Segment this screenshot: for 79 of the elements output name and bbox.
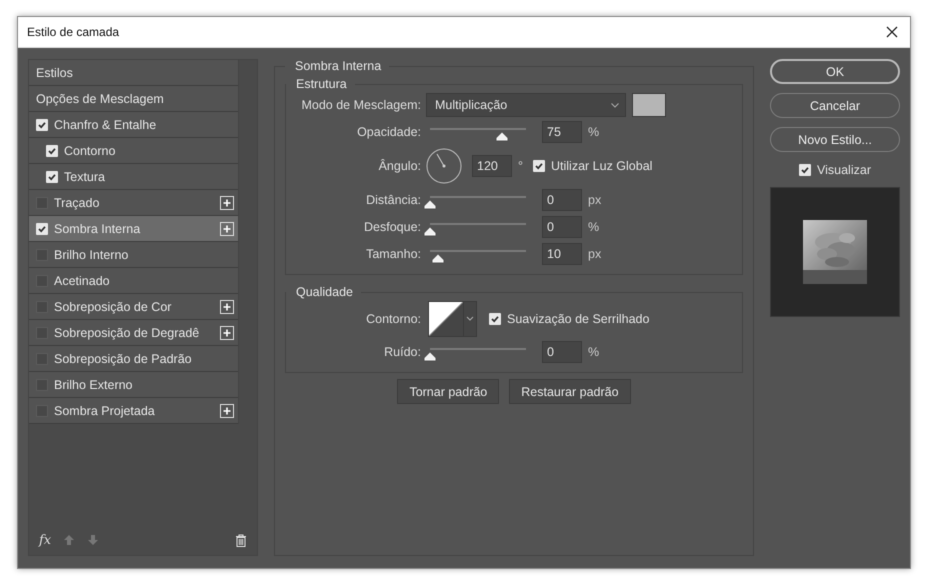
unit-label: % <box>588 125 600 139</box>
style-label: Sobreposição de Degradê <box>54 326 200 340</box>
checkbox-label: Suavização de Serrilhado <box>507 312 650 326</box>
field-label: Ângulo: <box>378 159 421 173</box>
slider-thumb[interactable] <box>424 352 436 361</box>
value-field[interactable]: 75 <box>542 121 582 143</box>
style-item[interactable]: Sombra Projetada <box>29 398 238 424</box>
value-field[interactable]: 10 <box>542 243 582 265</box>
style-item[interactable]: Contorno <box>29 138 238 164</box>
section-title: Estrutura <box>295 77 348 91</box>
checkbox-label: Visualizar <box>817 163 871 177</box>
unit-label: % <box>588 345 600 359</box>
angle-dial[interactable] <box>426 148 462 184</box>
blend-mode-dropdown[interactable]: Multiplicação <box>426 93 626 117</box>
chevron-down-icon <box>611 102 619 108</box>
contour-picker[interactable] <box>428 301 477 337</box>
value-field[interactable]: 0 <box>542 216 582 238</box>
style-item[interactable]: Sobreposição de Padrão <box>29 346 238 372</box>
unit-label: % <box>588 220 600 234</box>
style-item[interactable]: Textura <box>29 164 238 190</box>
trash-icon[interactable] <box>235 534 247 546</box>
contour-curve-icon <box>429 302 463 336</box>
style-label: Sobreposição de Cor <box>54 300 172 314</box>
style-label: Brilho Interno <box>54 248 130 262</box>
add-icon[interactable] <box>220 404 234 418</box>
field-label: Opacidade: <box>356 125 421 139</box>
style-item[interactable]: Sobreposição de Degradê <box>29 320 238 346</box>
window-title: Estilo de camada <box>27 25 120 39</box>
style-item[interactable]: Sobreposição de Cor <box>29 294 238 320</box>
style-item[interactable]: Brilho Externo <box>29 372 238 398</box>
slider-thumb[interactable] <box>496 132 508 141</box>
style-label: Contorno <box>64 144 116 158</box>
section-title: Sombra Interna <box>294 59 382 73</box>
color-swatch[interactable] <box>632 93 666 117</box>
add-icon[interactable] <box>220 196 234 210</box>
field-label: Distância: <box>365 193 421 207</box>
unit-label: ° <box>518 159 523 173</box>
unit-label: px <box>588 247 602 261</box>
dialog-button[interactable]: OK <box>770 59 900 84</box>
field-label: Contorno: <box>365 312 421 326</box>
fx-button[interactable]: fx <box>39 532 52 548</box>
style-label: Brilho Externo <box>54 378 134 392</box>
value-field[interactable]: 0 <box>542 189 582 211</box>
style-label: Sombra Interna <box>54 222 142 236</box>
checkbox-label: Utilizar Luz Global <box>551 159 652 173</box>
field-label: Tamanho: <box>365 247 421 261</box>
section-title: Qualidade <box>295 285 354 299</box>
value-field[interactable]: 0 <box>542 341 582 363</box>
default-button[interactable]: Restaurar padrão <box>509 379 631 404</box>
style-item[interactable]: Estilos <box>29 60 238 86</box>
style-item[interactable]: Sombra Interna <box>29 216 238 242</box>
dialog-button[interactable]: Novo Estilo... <box>770 127 900 152</box>
style-label: Chanfro & Entalhe <box>54 118 158 132</box>
field-label: Modo de Mesclagem: <box>300 98 421 112</box>
style-label: Sobreposição de Padrão <box>54 352 193 366</box>
dialog-button[interactable]: Cancelar <box>770 93 900 118</box>
field-label: Desfoque: <box>363 220 421 234</box>
add-icon[interactable] <box>220 222 234 236</box>
slider-thumb[interactable] <box>424 200 436 209</box>
close-icon[interactable] <box>886 26 898 38</box>
style-label: Estilos <box>36 66 74 80</box>
unit-label: px <box>588 193 602 207</box>
default-button[interactable]: Tornar padrão <box>397 379 500 404</box>
style-label: Sombra Projetada <box>54 404 156 418</box>
add-icon[interactable] <box>220 326 234 340</box>
add-icon[interactable] <box>220 300 234 314</box>
style-item[interactable]: Chanfro & Entalhe <box>29 112 238 138</box>
value-field[interactable]: 120 <box>472 155 512 177</box>
style-label: Opções de Mesclagem <box>36 92 165 106</box>
style-label: Acetinado <box>54 274 111 288</box>
style-item[interactable]: Traçado <box>29 190 238 216</box>
style-item[interactable]: Acetinado <box>29 268 238 294</box>
style-label: Textura <box>64 170 106 184</box>
slider-thumb[interactable] <box>432 254 444 263</box>
style-item[interactable]: Opções de Mesclagem <box>29 86 238 112</box>
style-label: Traçado <box>54 196 100 210</box>
field-label: Ruído: <box>383 345 421 359</box>
style-item[interactable]: Brilho Interno <box>29 242 238 268</box>
slider-thumb[interactable] <box>424 227 436 236</box>
